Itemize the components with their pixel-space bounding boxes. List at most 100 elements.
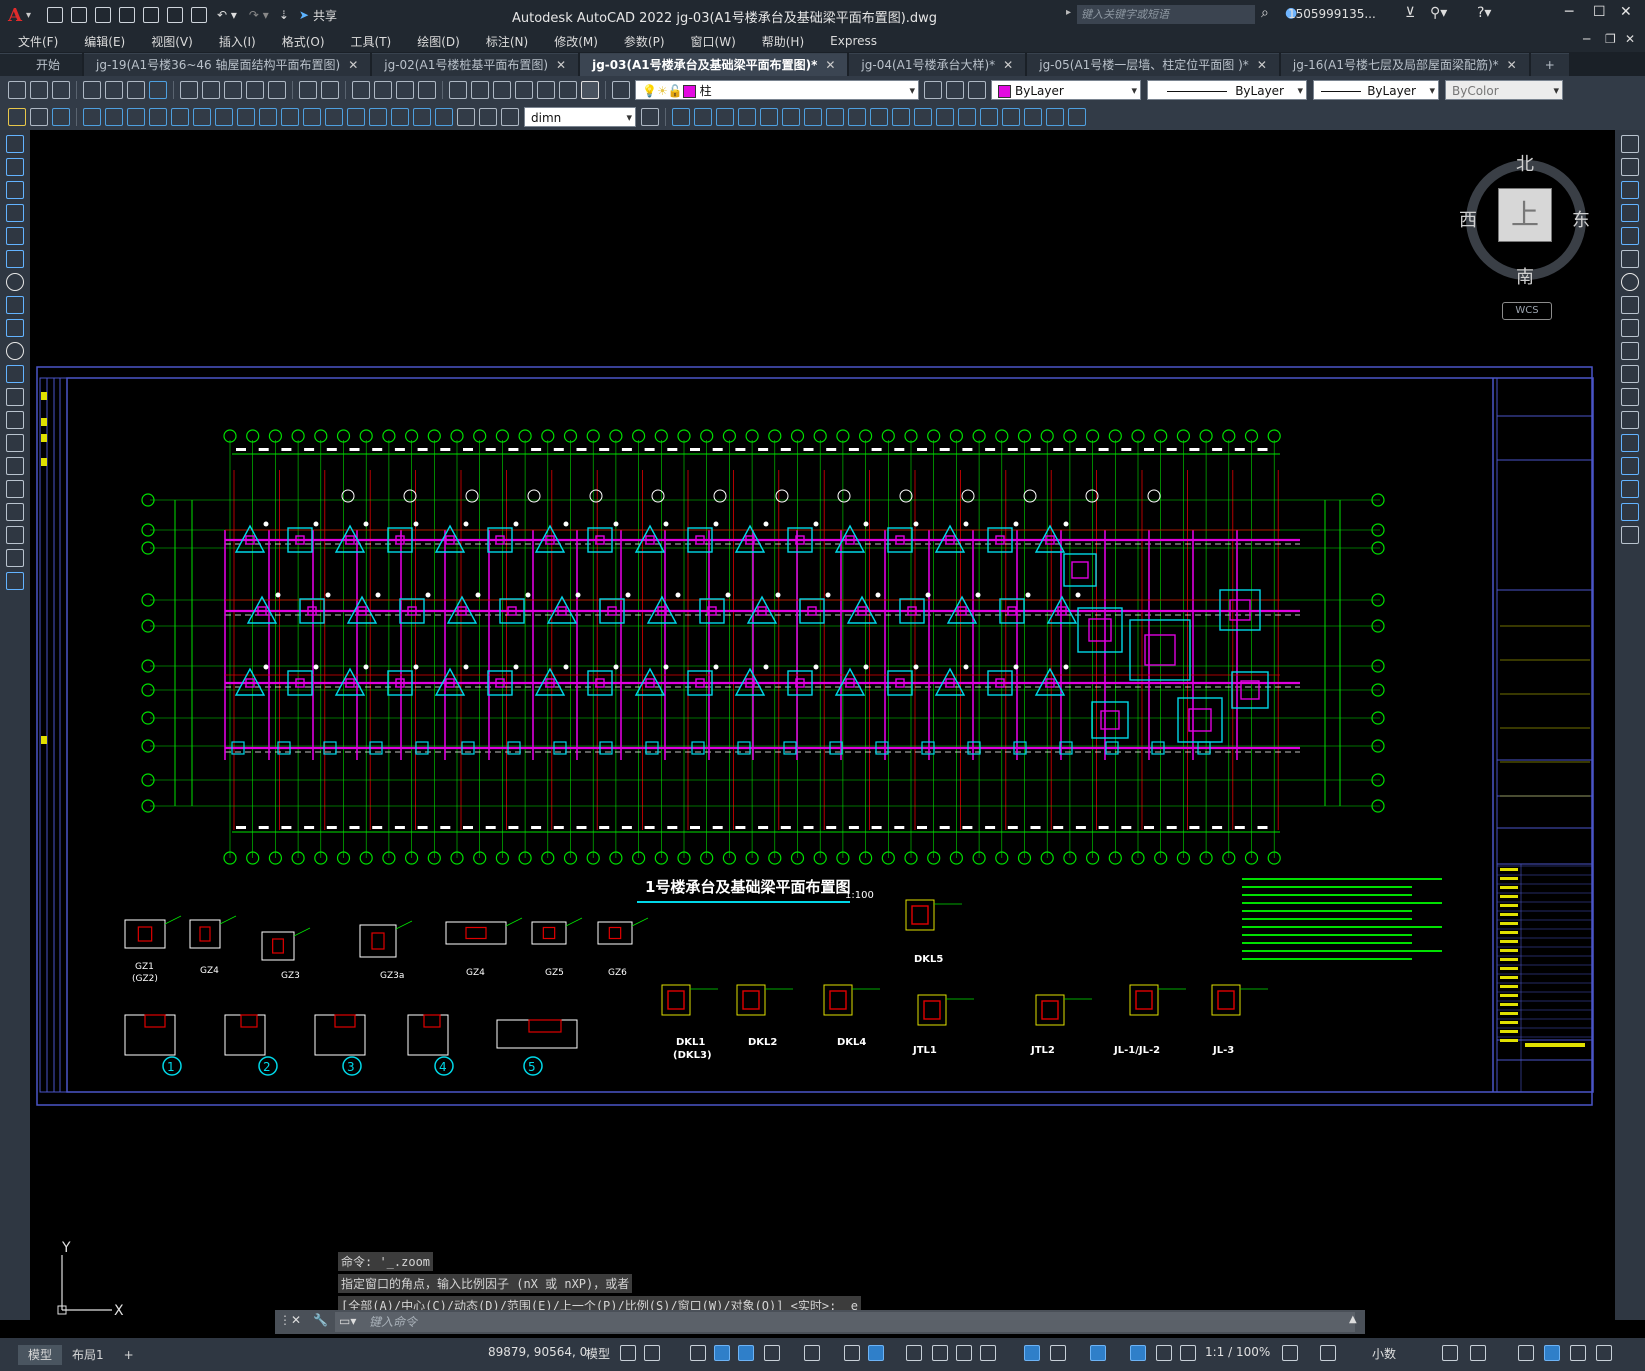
zoom-window-icon[interactable] [396,81,414,99]
offset-icon[interactable] [1621,204,1639,222]
tab-start[interactable]: 开始 [0,53,83,76]
transparency-icon[interactable] [932,1345,948,1361]
dim-text-edit-icon[interactable] [479,108,497,126]
table-icon[interactable] [6,526,24,544]
wcs-menu[interactable]: WCS [1502,302,1552,320]
cursor-coordinates[interactable]: 89879, 90564, 0 [488,1345,587,1359]
extend-icon[interactable] [1621,365,1639,383]
baseline-icon[interactable] [281,108,299,126]
tool-palettes-icon[interactable] [493,81,511,99]
dim-edit2-icon[interactable] [457,108,475,126]
isodraft-icon[interactable] [804,1345,820,1361]
inspect-icon[interactable] [413,108,431,126]
polar-tracking-icon[interactable] [764,1345,780,1361]
markup-icon[interactable] [537,81,555,99]
block-editor-icon[interactable] [268,81,286,99]
blend-icon[interactable] [1024,108,1042,126]
customize-chevron-icon[interactable]: ⇣ [279,8,289,22]
command-input[interactable]: 键入命令 [335,1312,1355,1332]
dynamic-input-icon[interactable] [714,1345,730,1361]
stretch-icon[interactable] [848,108,866,126]
command-recent-icon[interactable]: ▲ [1349,1314,1357,1325]
line-icon[interactable] [6,135,24,153]
menu-view[interactable]: 视图(V) [151,33,193,50]
aligned-dim-icon[interactable] [105,108,123,126]
compass-west[interactable]: 西 [1459,206,1477,232]
menu-format[interactable]: 格式(O) [282,33,325,50]
selection-filter-icon[interactable] [1050,1345,1066,1361]
tab-jg-02[interactable]: jg-02(A1号楼桩基平面布置图) ✕ [372,53,579,76]
layer-combo[interactable]: 💡☀🔓 柱 [635,80,919,101]
publish-icon[interactable] [127,81,145,99]
maximize-icon[interactable]: ☐ [1593,4,1606,20]
extend-icon[interactable] [892,108,910,126]
copy-icon[interactable] [202,81,220,99]
undo-icon[interactable]: ↶ ▾ [217,8,237,22]
3d-osnap-icon[interactable] [980,1345,996,1361]
compass-south[interactable]: 南 [1516,263,1534,289]
share-icon[interactable]: ➤ [299,8,309,22]
edit-polyline-icon[interactable] [1046,108,1064,126]
jogged-linear-icon[interactable] [435,108,453,126]
arc-icon[interactable] [6,250,24,268]
auto-scale-icon[interactable] [1156,1345,1172,1361]
tab-jg-04[interactable]: jg-04(A1号楼承台大样)* ✕ [849,53,1026,76]
match-properties-icon[interactable] [246,81,264,99]
dimstyle-combo[interactable]: dimn [524,107,636,128]
command-customize-icon[interactable]: 🔧 [313,1313,328,1327]
rectangle-icon[interactable] [6,227,24,245]
move-icon[interactable] [782,108,800,126]
add-selected-icon[interactable] [6,572,24,590]
erase-icon[interactable] [672,108,690,126]
chamfer-icon[interactable] [1621,457,1639,475]
help-icon[interactable] [581,81,599,99]
lineweight-icon[interactable] [906,1345,922,1361]
menu-tools[interactable]: 工具(T) [351,33,392,50]
gizmo-icon[interactable] [1090,1345,1106,1361]
tab-close-icon[interactable]: ✕ [1257,58,1267,72]
sheet-set-icon[interactable] [515,81,533,99]
quick-dim-icon[interactable] [259,108,277,126]
break-icon[interactable] [914,108,932,126]
object-snap-tracking-icon[interactable] [844,1345,860,1361]
tab-jg-16[interactable]: jg-16(A1号楼七层及局部屋面梁配筋)* ✕ [1280,53,1529,76]
isolate-objects-icon[interactable] [1518,1345,1534,1361]
diameter-icon[interactable] [215,108,233,126]
command-prompt-icon[interactable]: ▭▾ [339,1314,356,1328]
edit-spline-icon[interactable] [1068,108,1086,126]
layer-state-icon[interactable] [968,81,986,99]
undo-icon[interactable] [299,81,317,99]
cut-icon[interactable] [180,81,198,99]
join-icon[interactable] [1621,434,1639,452]
region-icon[interactable] [6,503,24,521]
menu-help[interactable]: 帮助(H) [762,33,804,50]
copy-icon[interactable] [1621,158,1639,176]
fillet-icon[interactable] [980,108,998,126]
arc-length-icon[interactable] [127,108,145,126]
menu-window[interactable]: 窗口(W) [691,33,736,50]
erase-icon[interactable] [1621,135,1639,153]
search-expand-icon[interactable]: ▸ [1066,7,1071,18]
quick-dimension-icon[interactable] [8,108,26,126]
open-icon[interactable] [71,7,87,23]
grid-icon[interactable] [620,1345,636,1361]
rotate-icon[interactable] [804,108,822,126]
dim-update-icon[interactable] [501,108,519,126]
break-at-point-icon[interactable] [1621,388,1639,406]
zoom-previous-icon[interactable] [418,81,436,99]
ellipse-arc-icon[interactable] [6,365,24,383]
menu-file[interactable]: 文件(F) [18,33,58,50]
copy-obj-icon[interactable] [694,108,712,126]
annotation-scale-icon[interactable] [1180,1345,1196,1361]
insert-block-icon[interactable] [6,388,24,406]
array-icon[interactable] [760,108,778,126]
lock-ui-icon[interactable] [1470,1345,1486,1361]
tab-close-icon[interactable]: ✕ [348,58,358,72]
save-web-icon[interactable] [167,7,183,23]
polygon-icon[interactable] [6,204,24,222]
new-icon[interactable] [8,81,26,99]
infer-constraints-icon[interactable] [690,1345,706,1361]
angular-icon[interactable] [237,108,255,126]
ordinate-icon[interactable] [149,108,167,126]
menu-draw[interactable]: 绘图(D) [417,33,460,50]
